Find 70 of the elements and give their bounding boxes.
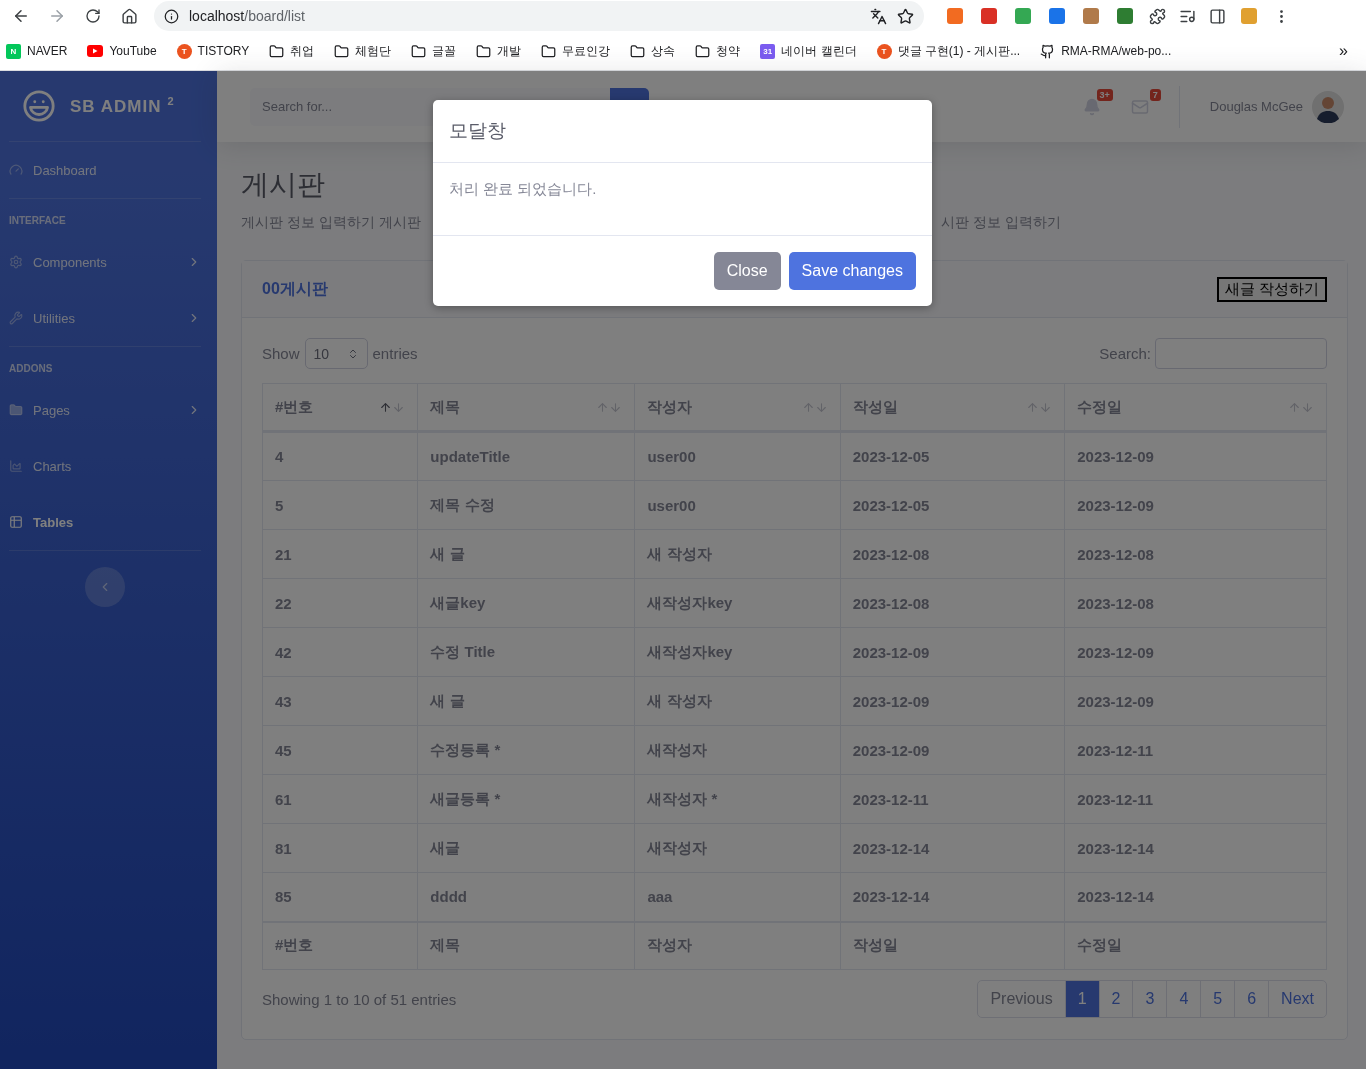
table-cell: 61 xyxy=(262,774,418,824)
page-description: 게시판 정보 입력하기 게시판 xyxy=(241,214,421,232)
table-cell: 제목 수정 xyxy=(417,480,635,530)
column-footer: 제목 xyxy=(417,921,635,970)
table-cell: 4 xyxy=(262,431,418,481)
url-path: /board/list xyxy=(244,8,305,24)
page-title: 게시판 xyxy=(241,168,325,202)
table-cell: 2023-12-09 xyxy=(1064,627,1327,677)
table-cell: 새 글 xyxy=(417,676,635,726)
table-cell: 새 작성자 xyxy=(634,529,841,579)
search-label: Search: xyxy=(1099,345,1151,362)
table-cell: 2023-12-14 xyxy=(840,823,1065,873)
table-cell: 2023-12-08 xyxy=(840,529,1065,579)
table-cell: 22 xyxy=(262,578,418,628)
table-cell: 43 xyxy=(262,676,418,726)
calendar-icon: 31 xyxy=(760,43,776,59)
table-cell: 2023-12-08 xyxy=(1064,529,1327,579)
table-cell: 2023-12-09 xyxy=(1064,431,1327,481)
table-cell: updateTitle xyxy=(417,431,635,481)
table-cell: 새 글 xyxy=(417,529,635,579)
table-cell: 새글등록 * xyxy=(417,774,635,824)
table-cell: 2023-12-11 xyxy=(1064,774,1327,824)
table-cell: 2023-12-08 xyxy=(840,578,1065,628)
card-title: 00게시판 xyxy=(262,278,328,299)
column-footer: 작성자 xyxy=(634,921,841,970)
tistory-icon: T xyxy=(876,43,892,59)
table-cell: 수정등록 * xyxy=(417,725,635,775)
column-footer: 수정일 xyxy=(1064,921,1327,970)
table-cell: 2023-12-11 xyxy=(1064,725,1327,775)
table-cell: 21 xyxy=(262,529,418,579)
column-footer: #번호 xyxy=(262,921,418,970)
table-cell: 새작성자key xyxy=(634,578,841,628)
table-cell: 2023-12-14 xyxy=(1064,823,1327,873)
table-cell: 새 작성자 xyxy=(634,676,841,726)
table-cell: 새작성자 * xyxy=(634,774,841,824)
show-label: Show xyxy=(262,345,300,362)
table-cell: 2023-12-09 xyxy=(840,627,1065,677)
table-cell: 새작성자 xyxy=(634,823,841,873)
table-cell: 45 xyxy=(262,725,418,775)
table-cell: 2023-12-11 xyxy=(840,774,1065,824)
table-cell: 2023-12-05 xyxy=(840,431,1065,481)
table-cell: 2023-12-08 xyxy=(1064,578,1327,628)
column-footer: 작성일 xyxy=(840,921,1065,970)
entries-label: entries xyxy=(372,345,418,362)
tistory-icon: T xyxy=(176,43,192,59)
page-description: 시판 정보 입력하기 xyxy=(941,214,1061,232)
table-cell: 새작성자key xyxy=(634,627,841,677)
messages-badge: 7 xyxy=(1149,88,1161,101)
table-cell: 5 xyxy=(262,480,418,530)
modal-message: 처리 완료 되었습니다. xyxy=(433,163,932,236)
table-cell: 2023-12-09 xyxy=(840,676,1065,726)
table-cell: 2023-12-05 xyxy=(840,480,1065,530)
table-cell: 42 xyxy=(262,627,418,677)
table-cell: 81 xyxy=(262,823,418,873)
table-cell: 2023-12-09 xyxy=(840,725,1065,775)
table-cell: 새작성자 xyxy=(634,725,841,775)
table-cell: 새글key xyxy=(417,578,635,628)
table-cell: 85 xyxy=(262,872,418,922)
table-cell: 새글 xyxy=(417,823,635,873)
alerts-badge: 3+ xyxy=(1096,88,1113,101)
entries-info: Showing 1 to 10 of 51 entries xyxy=(262,990,457,1008)
table-cell: 수정 Title xyxy=(417,627,635,677)
table-cell: 2023-12-09 xyxy=(1064,676,1327,726)
naver-icon: N xyxy=(6,43,21,59)
table-cell: user00 xyxy=(634,480,841,530)
sidebar-heading: INTERFACE xyxy=(8,214,66,228)
table-cell: user00 xyxy=(634,431,841,481)
sidebar-heading: ADDONS xyxy=(8,362,53,376)
url-host: localhost xyxy=(189,8,245,24)
table-cell: 2023-12-09 xyxy=(1064,480,1327,530)
